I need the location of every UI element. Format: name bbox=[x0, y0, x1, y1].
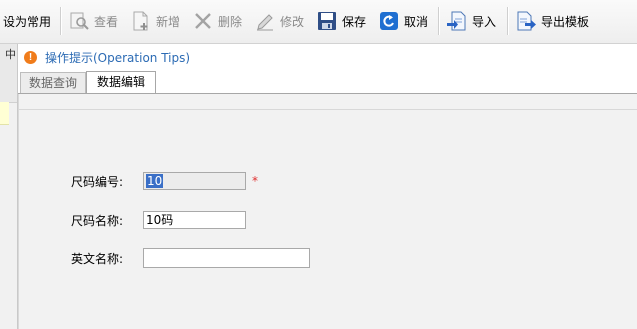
delete-label: 删除 bbox=[218, 14, 243, 29]
toolbar-separator bbox=[507, 7, 509, 35]
toolbar-separator bbox=[438, 7, 440, 35]
size-name-value: 10码 bbox=[146, 213, 174, 227]
save-disk-icon bbox=[316, 10, 338, 32]
left-panel-collapsed[interactable]: 中 bbox=[0, 44, 18, 329]
export-template-label: 导出模板 bbox=[541, 14, 590, 29]
operation-tips-text: 操作提示(Operation Tips) bbox=[45, 50, 191, 65]
left-panel-header: 中 bbox=[0, 44, 17, 103]
export-icon bbox=[515, 10, 537, 32]
tab-data-edit[interactable]: 数据编辑 bbox=[86, 71, 156, 93]
save-label: 保存 bbox=[342, 14, 367, 29]
view-label: 查看 bbox=[94, 14, 119, 29]
operation-tips-bar[interactable]: ! 操作提示(Operation Tips) bbox=[18, 44, 637, 70]
left-panel-glyph: 中 bbox=[5, 48, 16, 61]
import-button[interactable]: 导入 bbox=[446, 10, 496, 32]
english-name-label: 英文名称: bbox=[71, 251, 124, 266]
tab-label: 数据查询 bbox=[28, 76, 77, 90]
size-code-field[interactable]: 10 bbox=[143, 172, 246, 190]
toolbar-separator bbox=[60, 7, 62, 35]
tab-strip: 数据查询 数据编辑 bbox=[18, 70, 637, 94]
warning-icon: ! bbox=[24, 50, 37, 64]
divider bbox=[19, 109, 637, 110]
cancel-label: 取消 bbox=[404, 14, 429, 29]
delete-x-icon bbox=[192, 10, 214, 32]
set-default-label: 设为常用 bbox=[3, 14, 52, 29]
cancel-button[interactable]: 取消 bbox=[378, 10, 428, 32]
size-code-value: 10 bbox=[146, 174, 164, 188]
left-panel-selected-row[interactable] bbox=[0, 102, 9, 125]
export-template-button[interactable]: 导出模板 bbox=[515, 10, 589, 32]
size-name-label: 尺码名称: bbox=[71, 213, 124, 228]
view-button[interactable]: 查看 bbox=[68, 10, 118, 32]
pencil-icon bbox=[254, 10, 276, 32]
english-name-field[interactable] bbox=[143, 248, 310, 268]
new-document-icon bbox=[130, 10, 152, 32]
size-name-field[interactable]: 10码 bbox=[143, 211, 246, 229]
edit-label: 修改 bbox=[280, 14, 305, 29]
import-label: 导入 bbox=[472, 14, 497, 29]
size-code-label: 尺码编号: bbox=[71, 174, 124, 189]
save-button[interactable]: 保存 bbox=[316, 10, 366, 32]
undo-icon bbox=[378, 10, 400, 32]
edit-form-panel: 尺码编号: 10 * 尺码名称: 10码 英文名称: bbox=[18, 94, 637, 329]
set-default-button[interactable]: 设为常用 bbox=[3, 10, 51, 32]
tab-label: 数据编辑 bbox=[96, 75, 145, 89]
view-icon bbox=[68, 10, 90, 32]
edit-button[interactable]: 修改 bbox=[254, 10, 304, 32]
new-button[interactable]: 新增 bbox=[130, 10, 180, 32]
required-mark: * bbox=[252, 174, 258, 188]
import-icon bbox=[446, 10, 468, 32]
toolbar: 设为常用 查看 新增 删除 修改 保存 取消 导入 导出模板 bbox=[0, 0, 637, 44]
new-label: 新增 bbox=[156, 14, 181, 29]
tab-data-query[interactable]: 数据查询 bbox=[20, 72, 86, 93]
delete-button[interactable]: 删除 bbox=[192, 10, 242, 32]
